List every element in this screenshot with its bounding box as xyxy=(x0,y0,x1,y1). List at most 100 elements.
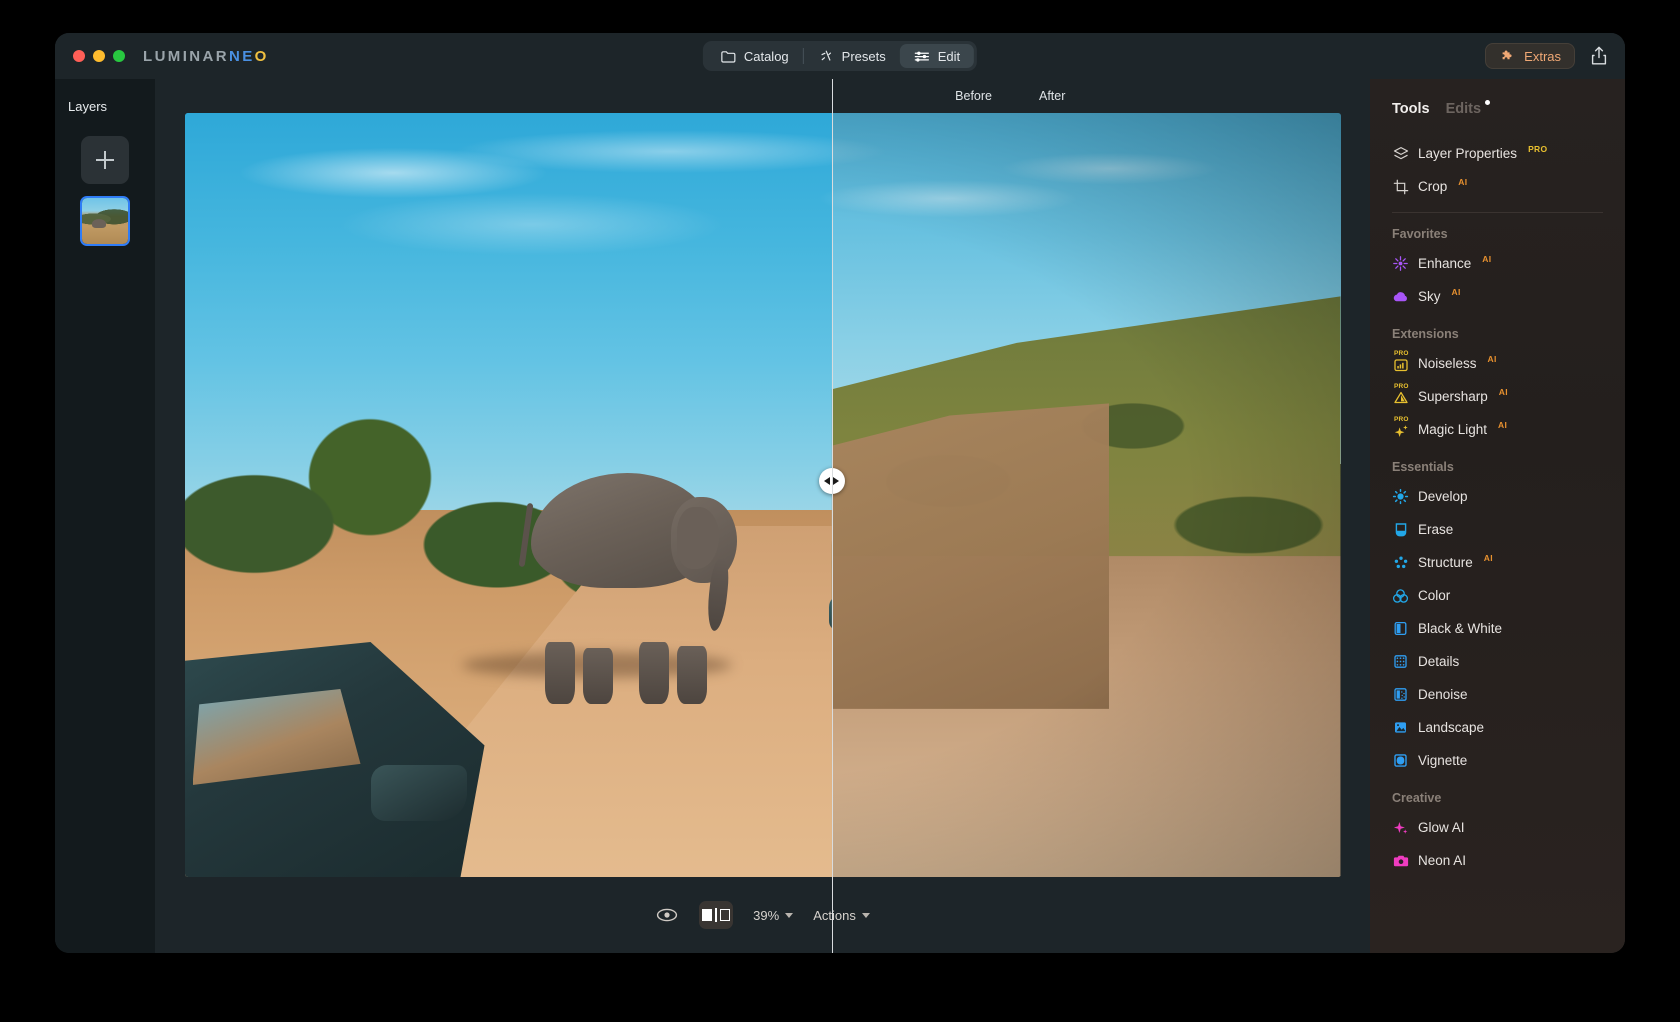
close-button[interactable] xyxy=(73,50,85,62)
tool-structure-label: Structure xyxy=(1418,555,1473,570)
tool-supersharp[interactable]: PRO Supersharp AI xyxy=(1392,380,1625,413)
split-handle[interactable] xyxy=(818,468,845,495)
tool-develop[interactable]: Develop xyxy=(1392,480,1625,513)
canvas-area: Before After 39% Actions xyxy=(155,79,1370,953)
share-icon[interactable] xyxy=(1589,45,1609,67)
tab-edit[interactable]: Edit xyxy=(899,44,975,68)
dots-grid-icon xyxy=(1392,554,1409,571)
badge-pro: PRO xyxy=(1528,143,1548,154)
tool-sky[interactable]: Sky AI xyxy=(1392,280,1625,313)
section-favorites-title: Favorites xyxy=(1392,227,1448,241)
bottom-toolbar: 39% Actions xyxy=(155,877,1370,953)
tab-edit-label: Edit xyxy=(937,48,961,64)
tool-vignette[interactable]: Vignette xyxy=(1392,744,1625,777)
tools-panel-tabs: Tools Edits xyxy=(1392,99,1625,117)
tab-catalog-label: Catalog xyxy=(743,48,789,64)
chevron-down-icon xyxy=(785,912,794,918)
left-vehicle-mirror xyxy=(370,765,467,821)
tool-color[interactable]: Color xyxy=(1392,579,1625,612)
before-label: Before xyxy=(955,89,992,103)
tool-color-label: Color xyxy=(1418,588,1451,603)
tool-neon-ai[interactable]: Neon AI xyxy=(1392,844,1625,877)
sparkle-icon xyxy=(818,48,835,65)
before-after-split-icon[interactable] xyxy=(699,901,734,929)
tool-noiseless[interactable]: PRO Noiseless AI xyxy=(1392,347,1625,380)
tool-landscape[interactable]: Landscape xyxy=(1392,711,1625,744)
layers-panel: Layers xyxy=(55,79,155,953)
tab-tools[interactable]: Tools xyxy=(1392,101,1430,117)
tool-structure[interactable]: Structure AI xyxy=(1392,546,1625,579)
zoom-value: 39% xyxy=(753,907,780,923)
brand-neo: NEO xyxy=(228,47,269,65)
halftone-square-icon xyxy=(1392,653,1409,670)
tab-presets[interactable]: Presets xyxy=(804,44,900,68)
layers-title: Layers xyxy=(68,99,108,114)
luminar-neo-window: LUMINARNEO Catalog Presets Edit Extras L… xyxy=(55,33,1625,953)
tab-edits[interactable]: Edits xyxy=(1446,101,1481,117)
tab-edits-label: Edits xyxy=(1445,101,1482,117)
badge-ai: AI xyxy=(1498,419,1508,430)
badge-ai: AI xyxy=(1482,253,1492,264)
tool-layer-properties-label: Layer Properties xyxy=(1418,146,1518,161)
after-label: After xyxy=(1039,89,1066,103)
noise-square-icon xyxy=(1392,686,1409,703)
minimize-button[interactable] xyxy=(93,50,105,62)
tool-erase-label: Erase xyxy=(1418,522,1454,537)
tool-magic-light-label: Magic Light xyxy=(1418,422,1488,437)
badge-ai: AI xyxy=(1451,286,1461,297)
tool-crop[interactable]: Crop AI xyxy=(1392,170,1625,203)
app-body: Layers Before After 39% Actions Tools Ed… xyxy=(55,79,1625,953)
maximize-button[interactable] xyxy=(113,50,125,62)
edits-badge-dot xyxy=(1485,99,1491,105)
tool-details[interactable]: Details xyxy=(1392,645,1625,678)
left-right-arrows-icon xyxy=(824,477,831,486)
elephant-leg xyxy=(583,647,614,704)
tool-neon-ai-label: Neon AI xyxy=(1418,853,1467,868)
plus-icon xyxy=(96,151,114,169)
camera-icon xyxy=(1392,852,1409,869)
icon-pro-badge: PRO xyxy=(1394,416,1409,423)
cloud-icon xyxy=(1392,288,1409,305)
sparkles-icon: PRO xyxy=(1392,416,1409,438)
add-layer-button[interactable] xyxy=(81,136,129,184)
actions-menu[interactable]: Actions xyxy=(813,908,870,923)
tool-black-and-white[interactable]: Black & White xyxy=(1392,612,1625,645)
tool-supersharp-label: Supersharp xyxy=(1418,389,1488,404)
tab-catalog[interactable]: Catalog xyxy=(706,44,803,68)
tools-panel: Tools Edits Layer Properties PRO Crop AI… xyxy=(1370,79,1625,953)
rounded-square-icon xyxy=(1392,752,1409,769)
header-actions: Extras xyxy=(1485,43,1609,69)
tool-denoise[interactable]: Denoise xyxy=(1392,678,1625,711)
tool-noiseless-label: Noiseless xyxy=(1418,356,1477,371)
actions-label: Actions xyxy=(813,907,856,923)
mountain-photo-icon xyxy=(1392,719,1409,736)
extras-button[interactable]: Extras xyxy=(1485,43,1575,69)
brand-luminar: LUMINAR xyxy=(143,47,229,65)
triangle-icon: PRO xyxy=(1392,383,1409,405)
tool-glow-ai-label: Glow AI xyxy=(1418,820,1465,835)
layer-thumbnail[interactable] xyxy=(80,196,130,246)
tool-layer-properties[interactable]: Layer Properties PRO xyxy=(1392,137,1625,170)
sliders-icon xyxy=(914,48,931,65)
layers-icon xyxy=(1392,145,1409,162)
icon-pro-badge: PRO xyxy=(1394,383,1409,390)
photo-viewport[interactable] xyxy=(184,113,1341,877)
folder-icon xyxy=(720,48,737,65)
tool-magic-light[interactable]: PRO Magic Light AI xyxy=(1392,413,1625,446)
sun-icon xyxy=(1392,488,1409,505)
tool-glow-ai[interactable]: Glow AI xyxy=(1392,811,1625,844)
icon-pro-badge: PRO xyxy=(1394,350,1409,357)
sparkle-star-icon xyxy=(1392,819,1409,836)
zoom-selector[interactable]: 39% xyxy=(753,907,794,923)
tool-black-and-white-label: Black & White xyxy=(1418,621,1503,636)
tool-enhance[interactable]: Enhance AI xyxy=(1392,247,1625,280)
elephant-leg xyxy=(677,645,708,704)
crop-icon xyxy=(1392,178,1409,195)
tool-landscape-label: Landscape xyxy=(1418,720,1485,735)
enhance-burst-icon xyxy=(1392,255,1409,272)
split-bar xyxy=(715,908,717,922)
tools-divider xyxy=(1392,212,1603,213)
tool-erase[interactable]: Erase xyxy=(1392,513,1625,546)
eye-icon[interactable] xyxy=(655,903,679,927)
half-square-icon xyxy=(1392,620,1409,637)
